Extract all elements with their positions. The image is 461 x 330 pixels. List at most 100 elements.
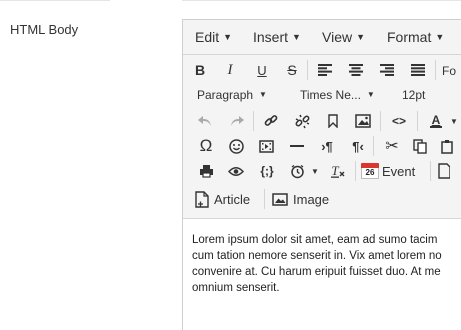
clear-formatting-button[interactable]: T bbox=[327, 160, 349, 182]
menu-insert-label: Insert bbox=[253, 29, 289, 45]
insert-event-button[interactable]: 26 Event bbox=[361, 160, 425, 182]
clipboard-icon bbox=[441, 139, 453, 154]
insert-media-button[interactable] bbox=[255, 135, 277, 157]
rich-text-editor: Edit▼ Insert▼ View▼ Format▼ B I U S bbox=[182, 19, 461, 330]
toolbar-row-content: Article Image bbox=[183, 188, 461, 212]
toolbar-separator bbox=[380, 111, 381, 131]
chevron-down-icon: ▼ bbox=[292, 32, 301, 42]
source-code-button[interactable]: <> bbox=[387, 110, 411, 132]
printer-icon bbox=[199, 165, 213, 178]
strikethrough-icon: S bbox=[287, 62, 297, 78]
unlink-button[interactable] bbox=[291, 110, 313, 132]
font-size-dropdown-partial[interactable]: Fo bbox=[442, 64, 456, 78]
underline-icon: U bbox=[257, 62, 267, 78]
horizontal-rule-button[interactable] bbox=[286, 135, 308, 157]
font-family-label: Times Ne... bbox=[300, 88, 361, 102]
calendar-day-number: 26 bbox=[361, 168, 379, 179]
align-center-icon bbox=[349, 64, 363, 76]
undo-button[interactable] bbox=[195, 110, 215, 132]
chevron-down-icon: ▼ bbox=[311, 166, 319, 176]
insert-template-button-partial[interactable] bbox=[436, 160, 452, 182]
clear-format-icon: T bbox=[331, 164, 345, 178]
menu-view-label: View bbox=[322, 29, 353, 45]
toolbar-separator bbox=[435, 60, 436, 80]
cut-button[interactable]: ✂ bbox=[381, 135, 403, 157]
chevron-down-icon: ▼ bbox=[259, 90, 267, 99]
ltr-direction-button[interactable]: ›¶ bbox=[316, 135, 338, 157]
menu-edit-label: Edit bbox=[195, 29, 220, 45]
font-size-partial-label: Fo bbox=[442, 64, 457, 78]
align-left-icon bbox=[318, 64, 332, 76]
menu-edit[interactable]: Edit ▼ bbox=[195, 29, 232, 45]
insert-datetime-button[interactable] bbox=[286, 160, 308, 182]
strikethrough-button[interactable]: S bbox=[281, 59, 303, 81]
bold-icon: B bbox=[194, 62, 206, 78]
editor-menubar: Edit ▼ Insert ▼ View ▼ Format ▼ bbox=[183, 20, 461, 55]
align-right-icon bbox=[380, 64, 394, 76]
toolbar-row-formatting: B I U S Fo bbox=[183, 59, 461, 83]
toolbar-separator bbox=[417, 111, 418, 131]
preview-button[interactable] bbox=[225, 160, 247, 182]
toolbar-separator bbox=[430, 161, 431, 181]
menu-format-label: Format bbox=[387, 29, 432, 45]
font-family-dropdown[interactable]: Times Ne... ▼ bbox=[300, 88, 375, 102]
scissors-icon: ✂ bbox=[385, 138, 399, 155]
underline-button[interactable]: U bbox=[251, 59, 273, 81]
chevron-down-icon: ▼ bbox=[223, 32, 233, 42]
align-justify-button[interactable] bbox=[407, 59, 429, 81]
chevron-down-icon: ▼ bbox=[450, 116, 458, 126]
editor-toolbar: B I U S Fo Paragraph ▼ Times Ne... ▼ 12p… bbox=[183, 55, 461, 219]
image-icon bbox=[355, 114, 371, 128]
insert-image-button[interactable] bbox=[352, 110, 374, 132]
calendar-icon: 26 bbox=[361, 163, 379, 179]
print-button[interactable] bbox=[195, 160, 217, 182]
menu-insert[interactable]: Insert ▼ bbox=[253, 29, 301, 45]
content-line: cum tation nemore senserit in. Vix amet … bbox=[192, 250, 442, 262]
italic-button[interactable]: I bbox=[219, 59, 241, 81]
content-line: convenire at. Cu harum eripuit fuisset d… bbox=[192, 266, 441, 278]
template-variable-button[interactable]: {;} bbox=[255, 160, 279, 182]
rtl-direction-button[interactable]: ¶‹ bbox=[347, 135, 369, 157]
align-left-button[interactable] bbox=[314, 59, 336, 81]
text-color-dropdown-button[interactable]: ▼ bbox=[448, 110, 460, 132]
block-format-dropdown[interactable]: Paragraph ▼ bbox=[197, 88, 267, 102]
code-icon: <> bbox=[391, 114, 406, 128]
redo-button[interactable] bbox=[227, 110, 247, 132]
new-document-icon bbox=[195, 190, 209, 208]
content-line: omnium senserit. bbox=[192, 282, 280, 294]
datetime-dropdown-button[interactable]: ▼ bbox=[309, 160, 321, 182]
top-divider-left bbox=[0, 0, 110, 1]
undo-icon bbox=[198, 116, 211, 126]
align-right-button[interactable] bbox=[376, 59, 398, 81]
unlink-icon bbox=[295, 114, 309, 128]
menu-view[interactable]: View ▼ bbox=[322, 29, 365, 45]
link-icon bbox=[264, 115, 278, 126]
menu-format[interactable]: Format ▼ bbox=[387, 29, 444, 45]
chevron-down-icon: ▼ bbox=[356, 32, 366, 42]
insert-article-button[interactable]: Article bbox=[195, 188, 259, 210]
field-label: HTML Body bbox=[10, 22, 79, 37]
font-size-dropdown[interactable]: 12pt bbox=[402, 88, 425, 102]
text-color-button[interactable]: A bbox=[425, 110, 447, 132]
omega-icon: Ω bbox=[199, 136, 213, 155]
bookmark-icon bbox=[328, 114, 338, 128]
paste-button[interactable] bbox=[437, 135, 459, 157]
toolbar-separator bbox=[253, 111, 254, 131]
insert-link-button[interactable] bbox=[260, 110, 282, 132]
svg-text:T: T bbox=[331, 164, 339, 178]
clock-icon bbox=[290, 164, 304, 178]
image-label: Image bbox=[293, 191, 330, 207]
copy-button[interactable] bbox=[409, 135, 431, 157]
copy-icon bbox=[413, 138, 427, 154]
eye-icon bbox=[228, 166, 244, 176]
emoticons-button[interactable] bbox=[225, 135, 247, 157]
bold-button[interactable]: B bbox=[189, 59, 211, 81]
paragraph-rtl-icon: ¶‹ bbox=[352, 138, 364, 154]
align-center-button[interactable] bbox=[345, 59, 367, 81]
braces-icon: {;} bbox=[260, 164, 274, 178]
special-character-button[interactable]: Ω bbox=[195, 135, 217, 157]
insert-image-media-button[interactable]: Image bbox=[272, 188, 334, 210]
anchor-button[interactable] bbox=[322, 110, 344, 132]
chevron-down-icon: ▼ bbox=[435, 32, 445, 42]
editor-content-area[interactable]: Lorem ipsum dolor sit amet, eam ad sumo … bbox=[192, 232, 461, 296]
